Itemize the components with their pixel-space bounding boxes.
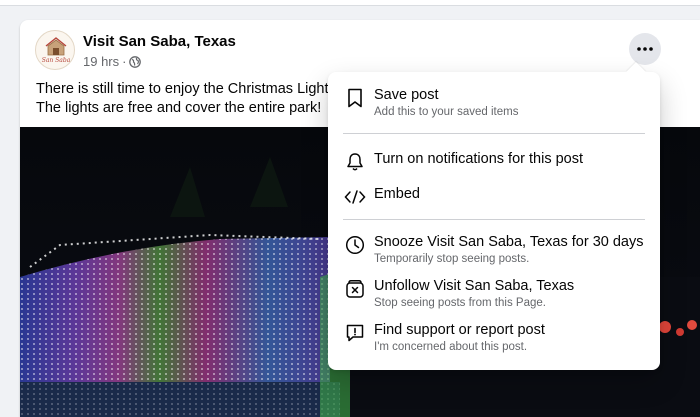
menu-item-report[interactable]: Find support or report post I'm concerne… <box>336 321 652 355</box>
menu-item-subtitle: Stop seeing posts from this Page. <box>374 297 546 309</box>
menu-item-title: Embed <box>374 186 420 202</box>
post-text-line-1: There is still time to enjoy the Christm… <box>36 81 336 97</box>
unfollow-icon <box>343 277 367 301</box>
page-avatar[interactable]: San Saba <box>35 30 75 70</box>
bell-icon <box>343 150 367 174</box>
post-text-line-2: The lights are free and cover the entire… <box>36 100 322 116</box>
post-options-menu: Save post Add this to your saved items T… <box>328 62 660 370</box>
page-name[interactable]: Visit San Saba, Texas <box>83 33 236 50</box>
menu-item-notifications[interactable]: Turn on notifications for this post <box>336 150 652 174</box>
menu-item-subtitle: Temporarily stop seeing posts. <box>374 253 530 265</box>
globe-icon <box>129 55 142 68</box>
post-time[interactable]: 19 hrs <box>83 54 119 69</box>
report-icon <box>343 321 367 345</box>
menu-item-title: Find support or report post <box>374 322 545 338</box>
post-meta: 19 hrs · <box>83 54 142 69</box>
post-text: There is still time to enjoy the Christm… <box>36 80 336 118</box>
clock-icon <box>343 233 367 257</box>
menu-item-title: Unfollow Visit San Saba, Texas <box>374 278 575 294</box>
menu-item-unfollow[interactable]: Unfollow Visit San Saba, Texas Stop seei… <box>336 277 652 311</box>
menu-item-snooze[interactable]: Snooze Visit San Saba, Texas for 30 days… <box>336 233 652 267</box>
meta-separator: · <box>122 54 127 69</box>
top-edge <box>0 0 700 6</box>
bookmark-icon <box>343 86 367 110</box>
menu-item-embed[interactable]: Embed <box>336 185 652 209</box>
menu-item-title: Save post <box>374 87 439 103</box>
menu-item-subtitle: I'm concerned about this post. <box>374 341 528 353</box>
avatar-logo-text: San Saba <box>42 57 71 64</box>
menu-item-subtitle: Add this to your saved items <box>374 106 519 118</box>
menu-divider <box>343 133 645 134</box>
more-options-button[interactable] <box>629 33 661 65</box>
code-icon <box>343 185 367 209</box>
menu-item-save-post[interactable]: Save post Add this to your saved items <box>336 86 652 120</box>
menu-divider <box>343 219 645 220</box>
menu-item-title: Turn on notifications for this post <box>374 151 584 167</box>
menu-item-title: Snooze Visit San Saba, Texas for 30 days <box>374 234 644 250</box>
more-horizontal-icon <box>637 47 653 51</box>
